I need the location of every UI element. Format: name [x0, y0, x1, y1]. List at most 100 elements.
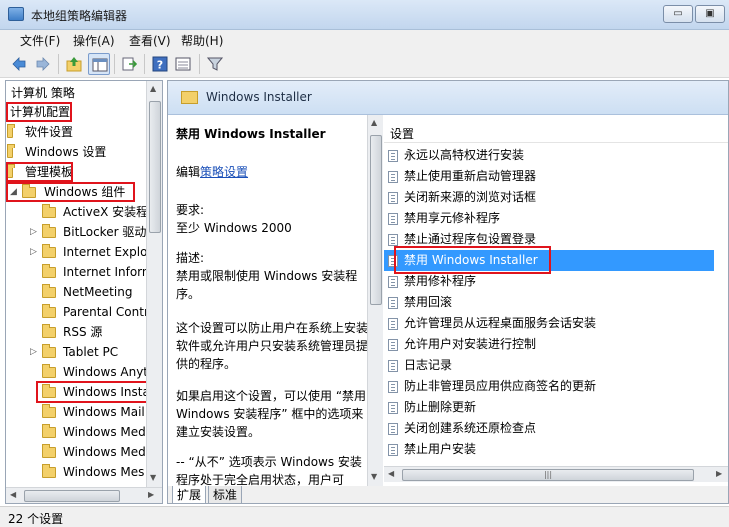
- folder-icon: [42, 324, 56, 338]
- settings-horizontal-scrollbar[interactable]: ◀ ||| ▶: [384, 466, 728, 482]
- tab-standard[interactable]: 标准: [208, 486, 243, 503]
- highlight-box: [394, 246, 551, 274]
- edit-policy-link[interactable]: 策略设置: [200, 165, 248, 179]
- description-paragraph: 如果启用这个设置，可以使用 “禁用 Windows 安装程序” 框中的选项来建立…: [176, 389, 367, 439]
- folder-icon: [42, 204, 56, 218]
- scroll-up-icon[interactable]: ▲: [371, 118, 377, 127]
- setting-row[interactable]: 关闭创建系统还原检查点: [384, 418, 714, 439]
- svg-text:?: ?: [157, 59, 163, 72]
- settings-header-label: 设置: [390, 127, 415, 141]
- highlight-box: [6, 102, 72, 122]
- minimize-button[interactable]: ▭: [663, 5, 693, 23]
- maximize-button[interactable]: ▣: [695, 5, 725, 23]
- policy-setting-icon: [388, 381, 398, 393]
- up-level-button[interactable]: [63, 53, 85, 75]
- setting-row[interactable]: 禁止用户安装: [384, 439, 714, 460]
- policy-setting-icon: [388, 276, 398, 288]
- setting-label: 允许用户对安装进行控制: [404, 337, 537, 351]
- menu-file[interactable]: 文件(F): [20, 32, 60, 49]
- up-folder-icon: [66, 57, 82, 72]
- highlight-box: [6, 182, 135, 202]
- forward-button[interactable]: [32, 53, 54, 75]
- scroll-thumb[interactable]: [24, 490, 120, 502]
- title-bar: 本地组策略编辑器 ▭ ▣: [0, 0, 729, 30]
- policy-setting-icon: [388, 402, 398, 414]
- details-pane: Windows Installer 禁用 Windows Installer 编…: [167, 80, 729, 504]
- setting-row[interactable]: 关闭新来源的浏览对话框: [384, 187, 714, 208]
- setting-row[interactable]: 允许管理员从远程桌面服务会话安装: [384, 313, 714, 334]
- folder-icon: [7, 144, 15, 158]
- setting-row[interactable]: 禁用回滚: [384, 292, 714, 313]
- tree-item-label: Internet Explor: [63, 245, 153, 259]
- help-button[interactable]: ?: [149, 53, 171, 75]
- menu-view[interactable]: 查看(V): [129, 32, 171, 49]
- scroll-right-icon[interactable]: ▶: [148, 490, 154, 499]
- policy-setting-icon: [388, 318, 398, 330]
- scroll-right-icon[interactable]: ▶: [716, 469, 722, 478]
- back-button[interactable]: [8, 53, 30, 75]
- export-list-button[interactable]: [118, 53, 140, 75]
- folder-icon: [42, 444, 56, 458]
- tree-item-label: Windows Mail: [63, 405, 145, 419]
- scroll-down-icon[interactable]: ▼: [371, 472, 377, 481]
- export-list-icon: [122, 57, 137, 71]
- setting-label: 禁用回滚: [404, 295, 453, 309]
- description-scrollbar[interactable]: ▲ ▼: [367, 115, 383, 486]
- gpedit-app-icon: [8, 7, 24, 21]
- scroll-up-icon[interactable]: ▲: [150, 84, 156, 93]
- setting-label: 允许管理员从远程桌面服务会话安装: [404, 316, 597, 330]
- scroll-down-icon[interactable]: ▼: [150, 473, 156, 482]
- setting-row[interactable]: 禁用享元修补程序: [384, 208, 714, 229]
- filter-icon: [207, 57, 223, 71]
- tree-vertical-scrollbar[interactable]: ▲ ▼: [146, 81, 162, 487]
- show-hide-tree-icon: [92, 58, 108, 72]
- policy-setting-icon: [388, 171, 398, 183]
- menu-action[interactable]: 操作(A): [73, 32, 115, 49]
- expand-arrow-icon[interactable]: ▷: [30, 242, 37, 262]
- setting-row[interactable]: 允许用户对安装进行控制: [384, 334, 714, 355]
- setting-label: 关闭创建系统还原检查点: [404, 421, 537, 435]
- tree-item-label: 计算机 策略: [11, 86, 75, 100]
- policy-setting-icon: [388, 423, 398, 435]
- scroll-thumb[interactable]: [370, 135, 382, 305]
- show-hide-tree-button[interactable]: [88, 53, 110, 75]
- setting-row[interactable]: 禁用修补程序: [384, 271, 714, 292]
- tree-item-label: Internet Inforn: [63, 265, 150, 279]
- edit-prefix: 编辑: [176, 165, 201, 179]
- folder-icon: [42, 264, 56, 278]
- tab-extended[interactable]: 扩展: [172, 486, 207, 503]
- tree-item-label: NetMeeting: [63, 285, 133, 299]
- description-text: 禁用或限制使用 Windows 安装程序。: [176, 269, 358, 301]
- expand-arrow-icon[interactable]: ▷: [30, 342, 37, 362]
- scroll-left-icon[interactable]: ◀: [388, 469, 394, 478]
- menu-help[interactable]: 帮助(H): [181, 32, 223, 49]
- setting-row[interactable]: 防止删除更新: [384, 397, 714, 418]
- tree-item-label: BitLocker 驱动: [63, 225, 147, 239]
- setting-label: 防止删除更新: [404, 400, 477, 414]
- filter-button[interactable]: [204, 53, 226, 75]
- policy-setting-icon: [388, 444, 398, 456]
- tree-horizontal-scrollbar[interactable]: ◀ ▶: [6, 487, 162, 503]
- expand-arrow-icon[interactable]: ▷: [30, 222, 37, 242]
- settings-column-header[interactable]: 设置: [384, 121, 728, 143]
- folder-icon: [42, 304, 56, 318]
- view-tabs: 扩展 标准: [168, 486, 728, 503]
- scroll-thumb[interactable]: |||: [402, 469, 694, 481]
- description-label: 描述:: [176, 251, 205, 265]
- tree-item-label: Windows 设置: [25, 145, 107, 159]
- setting-row[interactable]: 日志记录: [384, 355, 714, 376]
- setting-row[interactable]: 永远以高特权进行安装: [384, 145, 714, 166]
- setting-row[interactable]: 防止非管理员应用供应商签名的更新: [384, 376, 714, 397]
- scroll-left-icon[interactable]: ◀: [10, 490, 16, 499]
- setting-row[interactable]: 禁止使用重新启动管理器: [384, 166, 714, 187]
- tree-item-label: Windows Anyt: [63, 365, 149, 379]
- policy-setting-icon: [388, 297, 398, 309]
- details-header: Windows Installer: [168, 81, 728, 115]
- properties-view-button[interactable]: [172, 53, 194, 75]
- folder-icon: [42, 344, 56, 358]
- help-icon: ?: [152, 56, 168, 72]
- setting-label: 禁用修补程序: [404, 274, 477, 288]
- folder-icon: [42, 284, 56, 298]
- tree-item-label: Windows Med: [63, 425, 146, 439]
- scroll-thumb[interactable]: [149, 101, 161, 233]
